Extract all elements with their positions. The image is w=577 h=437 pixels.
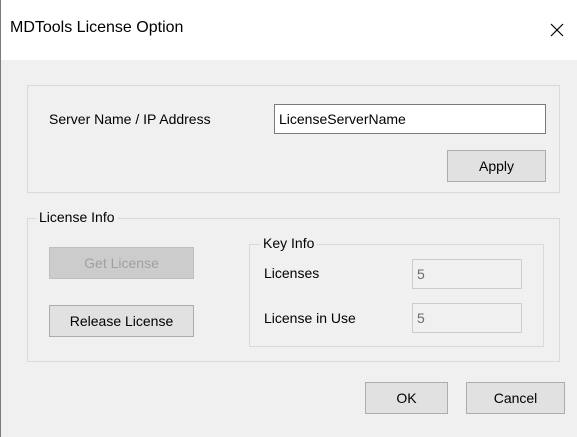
license-in-use-field: 5: [412, 303, 522, 333]
licenses-count-field: 5: [412, 259, 522, 289]
ok-button[interactable]: OK: [365, 382, 448, 414]
apply-button[interactable]: Apply: [447, 150, 546, 182]
release-license-button[interactable]: Release License: [49, 305, 194, 337]
title-bar: MDTools License Option: [1, 0, 577, 60]
licenses-label: Licenses: [264, 265, 320, 281]
license-option-dialog: MDTools License Option Server Name / IP …: [0, 0, 577, 437]
license-info-group: License Info Get License Release License…: [27, 209, 560, 362]
key-info-group: Key Info Licenses 5 License in Use 5: [249, 235, 544, 347]
server-panel: Server Name / IP Address LicenseServerNa…: [27, 85, 560, 193]
server-name-label: Server Name / IP Address: [49, 111, 211, 127]
close-icon: [550, 23, 564, 37]
cancel-button[interactable]: Cancel: [466, 382, 565, 414]
get-license-button[interactable]: Get License: [49, 247, 194, 279]
window-title: MDTools License Option: [10, 19, 184, 36]
server-name-input[interactable]: LicenseServerName: [274, 104, 546, 134]
close-button[interactable]: [536, 10, 577, 50]
key-info-legend: Key Info: [260, 235, 318, 251]
license-info-legend: License Info: [36, 209, 118, 225]
license-in-use-label: License in Use: [264, 310, 356, 326]
